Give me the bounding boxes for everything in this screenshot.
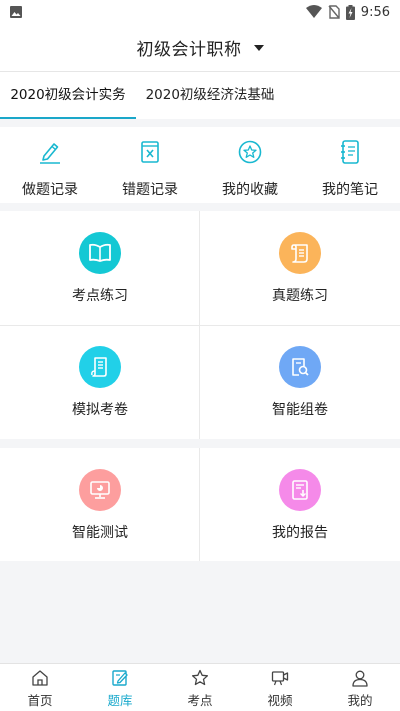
- status-bar: 9:56: [0, 0, 400, 24]
- bottom-nav: 首页 题库 考点 视频 我的: [0, 663, 400, 711]
- image-notification-icon: [10, 6, 22, 18]
- subject-selector[interactable]: 初级会计职称: [0, 24, 400, 71]
- quick-item-label: 做题记录: [22, 182, 78, 198]
- dropdown-caret-icon: [253, 44, 264, 51]
- mock-exam-card[interactable]: 模拟考卷: [0, 325, 200, 439]
- nav-key-points-label: 考点: [187, 693, 213, 708]
- smart-paper-label: 智能组卷: [272, 402, 328, 418]
- mock-exam-label: 模拟考卷: [72, 402, 128, 418]
- past-exam-badge: [279, 232, 321, 274]
- nav-profile-label: 我的: [347, 693, 373, 708]
- nav-question-bank-label: 题库: [107, 693, 133, 708]
- nav-key-points[interactable]: 考点: [160, 664, 240, 711]
- user-icon: [352, 670, 368, 687]
- my-report-label: 我的报告: [272, 525, 328, 541]
- search-paper-icon: [292, 358, 309, 376]
- topic-practice-card[interactable]: 考点练习: [0, 211, 200, 325]
- monitor-icon: [90, 481, 110, 499]
- my-report-card[interactable]: 我的报告: [200, 448, 400, 562]
- smart-test-label: 智能测试: [72, 525, 128, 541]
- quick-item-label: 我的笔记: [322, 182, 378, 198]
- tab-economic-law[interactable]: 2020初级经济法基础: [136, 72, 284, 119]
- smart-test-badge: [79, 469, 121, 511]
- star-icon: [191, 669, 209, 686]
- status-time: 9:56: [360, 4, 390, 20]
- smart-paper-badge: [279, 346, 321, 388]
- past-exam-practice-card[interactable]: 真题练习: [200, 211, 400, 325]
- no-sim-icon: [328, 5, 340, 19]
- quick-item-wrong-records[interactable]: 错题记录: [100, 127, 200, 203]
- paper-icon: [91, 357, 107, 377]
- star-badge-icon: [238, 140, 262, 164]
- nav-video-label: 视频: [267, 693, 293, 708]
- quick-item-label: 错题记录: [122, 182, 178, 198]
- test-grid: 智能测试 我的报告: [0, 448, 400, 561]
- wifi-icon: [305, 5, 322, 18]
- wrong-book-icon: [141, 141, 159, 163]
- quick-actions: 做题记录 错题记录 我的收藏 我的笔记: [0, 127, 400, 203]
- smart-paper-card[interactable]: 智能组卷: [200, 325, 400, 439]
- quick-item-notes[interactable]: 我的笔记: [300, 127, 400, 203]
- video-icon: [271, 671, 289, 686]
- nav-video[interactable]: 视频: [240, 664, 320, 711]
- smart-test-card[interactable]: 智能测试: [0, 448, 200, 562]
- scroll-icon: [291, 244, 308, 263]
- battery-charging-icon: [345, 4, 355, 20]
- quick-item-favorites[interactable]: 我的收藏: [200, 127, 300, 203]
- book-icon: [89, 243, 111, 262]
- subject-tabs: 2020初级会计实务 2020初级经济法基础: [0, 71, 400, 119]
- pencil-icon: [40, 143, 60, 164]
- nav-home[interactable]: 首页: [0, 664, 80, 711]
- active-tab-indicator: [0, 117, 136, 119]
- report-icon: [292, 480, 308, 500]
- notebook-icon: [341, 140, 359, 164]
- page-title: 初级会计职称: [136, 40, 242, 60]
- nav-question-bank[interactable]: 题库: [80, 664, 160, 711]
- quick-item-label: 我的收藏: [222, 182, 278, 198]
- home-icon: [32, 670, 48, 686]
- past-exam-label: 真题练习: [272, 288, 328, 304]
- tab-accounting-practice[interactable]: 2020初级会计实务: [0, 72, 136, 119]
- quick-item-practice-records[interactable]: 做题记录: [0, 127, 100, 203]
- nav-home-label: 首页: [27, 693, 53, 708]
- nav-profile[interactable]: 我的: [320, 664, 400, 711]
- practice-grid: 考点练习 真题练习 模拟考卷 智能组卷: [0, 211, 400, 439]
- topic-practice-badge: [79, 232, 121, 274]
- topic-practice-label: 考点练习: [72, 288, 128, 304]
- my-report-badge: [279, 469, 321, 511]
- edit-icon: [112, 670, 128, 686]
- mock-exam-badge: [79, 346, 121, 388]
